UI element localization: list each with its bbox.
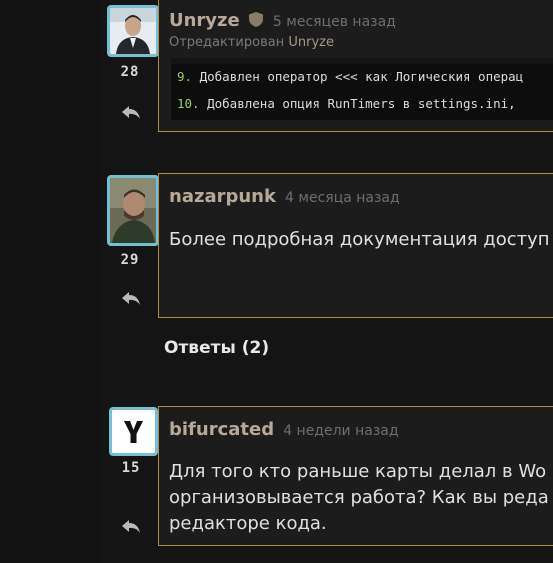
comment-time: 4 недели назад: [283, 423, 399, 439]
score-unryze: 28: [120, 64, 140, 80]
comment-text: Для того кто раньше карты делал в Wo орг…: [169, 459, 549, 537]
comment-header: bifurcated 4 недели назад: [169, 419, 399, 440]
reply-button[interactable]: [111, 517, 151, 541]
comment-header: nazarpunk 4 месяца назад: [169, 186, 400, 207]
author-name[interactable]: Unryze: [169, 10, 240, 31]
comment-text-line: организовывается работа? Как вы реда: [169, 487, 549, 508]
avatar-nazarpunk[interactable]: [107, 175, 159, 246]
code-line-text: Добавлена опция RunTimers в settings.ini…: [207, 96, 516, 111]
code-line-text: Добавлен оператор <<< как Логическия опе…: [199, 69, 524, 84]
fork-logo-icon: [112, 410, 155, 453]
comment-time: 5 месяцев назад: [272, 14, 396, 30]
code-line: 9. Добавлен оператор <<< как Логическия …: [177, 69, 523, 84]
edited-note: Отредактирован Unryze: [169, 35, 334, 50]
comment-card-nazarpunk: nazarpunk 4 месяца назад Более подробная…: [158, 173, 553, 318]
code-line-number: 9.: [177, 69, 193, 84]
reply-icon: [122, 520, 140, 533]
code-block: 9. Добавлен оператор <<< как Логическия …: [171, 58, 553, 120]
comment-header: Unryze 5 месяцев назад: [169, 10, 396, 31]
edited-prefix: Отредактирован: [169, 35, 285, 50]
answers-toggle[interactable]: Ответы (2): [164, 338, 269, 358]
reply-icon: [122, 292, 140, 305]
author-name[interactable]: nazarpunk: [169, 186, 276, 207]
code-line: 10. Добавлена опция RunTimers в settings…: [177, 96, 516, 111]
code-line-number: 10.: [177, 96, 200, 111]
avatar-photo: [110, 8, 156, 54]
shield-icon: [248, 12, 263, 27]
comment-time: 4 месяца назад: [285, 190, 400, 206]
score-nazarpunk: 29: [120, 252, 140, 268]
reply-button[interactable]: [111, 103, 151, 127]
left-gutter: [0, 0, 100, 563]
code-clipped-line: [171, 58, 553, 64]
comment-text-line: редакторе кода.: [169, 513, 327, 534]
comment-card-unryze: Unryze 5 месяцев назад Отредактирован Un…: [158, 0, 553, 132]
comment-card-bifurcated: bifurcated 4 недели назад Для того кто р…: [158, 406, 553, 546]
avatar-bifurcated[interactable]: [109, 407, 158, 456]
reply-icon: [122, 106, 140, 119]
reply-button[interactable]: [111, 289, 151, 313]
avatar-photo: [110, 178, 156, 243]
comment-text: Более подробная документация доступ: [169, 229, 550, 250]
author-name[interactable]: bifurcated: [169, 419, 274, 440]
edited-by[interactable]: Unryze: [288, 35, 334, 50]
comment-text-line: Для того кто раньше карты делал в Wo: [169, 461, 547, 482]
score-bifurcated: 15: [121, 460, 141, 476]
avatar-unryze[interactable]: [107, 5, 159, 57]
